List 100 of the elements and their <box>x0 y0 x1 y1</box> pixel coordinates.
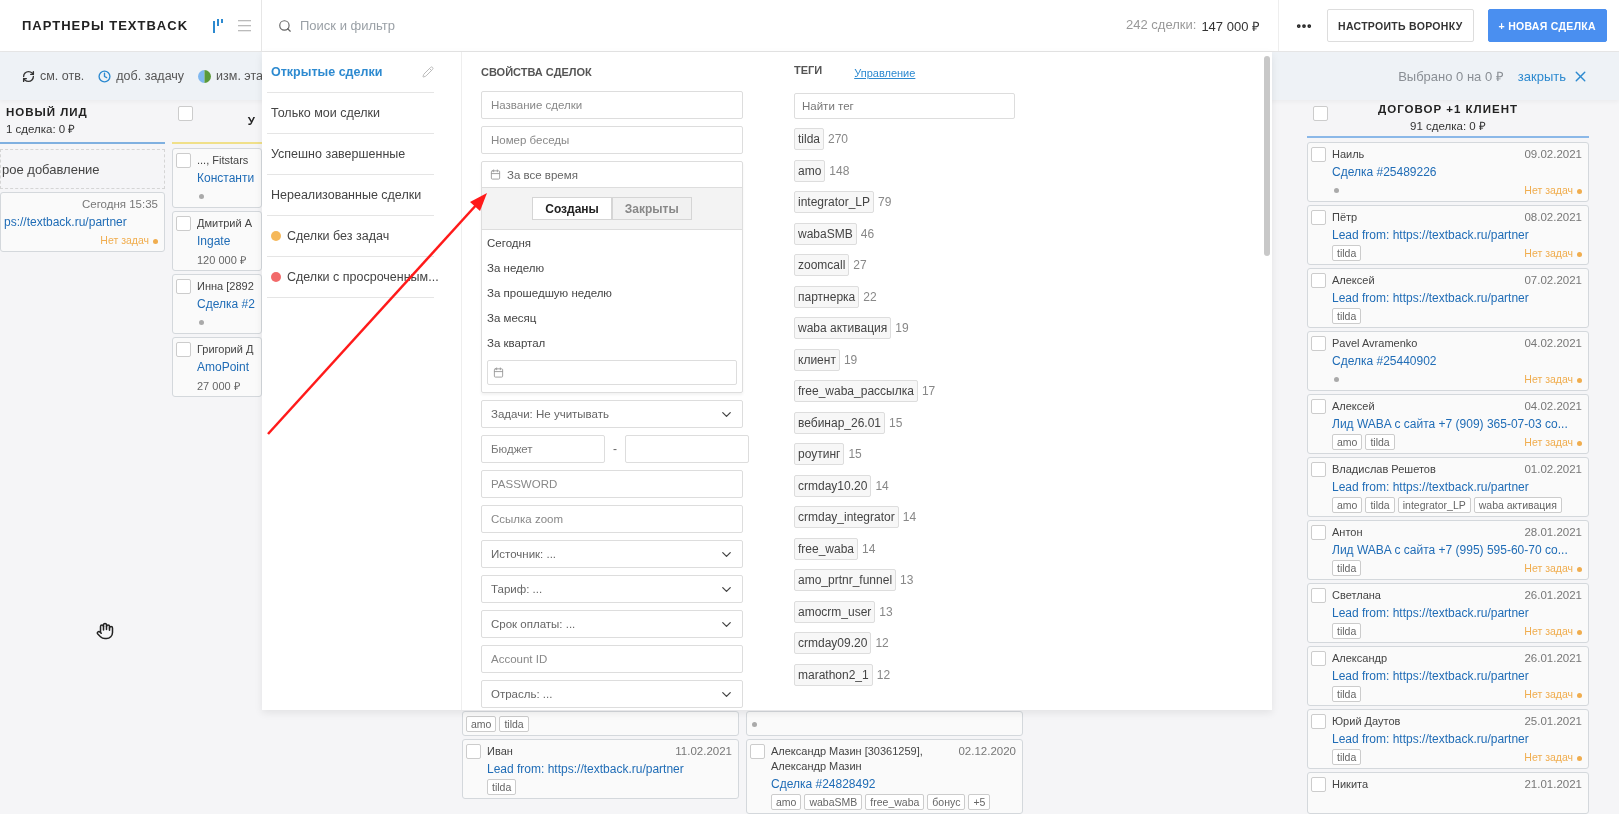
deal-card[interactable]: Иван 11.02.2021 Lead from: https://textback.ru/partner tilda <box>462 739 739 799</box>
checkbox[interactable] <box>1311 777 1326 792</box>
checkbox[interactable] <box>1311 462 1326 477</box>
tag[interactable]: integrator_LP <box>794 191 875 214</box>
deal-link[interactable]: Lead from: https://textback.ru/partner <box>1332 290 1585 306</box>
tag[interactable]: free_waba_рассылка <box>794 380 918 403</box>
text-field[interactable]: Название сделки <box>481 91 743 119</box>
checkbox[interactable] <box>176 279 191 294</box>
tag[interactable]: zoomcall <box>794 254 850 277</box>
tag[interactable]: партнерка <box>794 285 860 308</box>
period-option[interactable]: За неделю <box>482 255 742 280</box>
tag[interactable]: amocrm_user <box>794 600 876 623</box>
period-option[interactable]: За прошедшую неделю <box>482 280 742 305</box>
deal-link[interactable]: Константи <box>197 170 258 186</box>
deal-card[interactable]: Pavel Avramenko 04.02.2021 Сделка #25440902 Нет задач <box>1307 331 1589 391</box>
text-field[interactable]: Номер беседы <box>481 126 743 154</box>
deal-link[interactable]: AmoPoint <box>197 359 258 375</box>
deal-card[interactable]: Юрий Даутов 25.01.2021 Lead from: https://textback.ru/partner tilda Нет задач <box>1307 709 1589 769</box>
tag[interactable]: роутинг <box>794 443 845 466</box>
deal-card[interactable]: Инна [2892 Сделка #2 <box>172 274 262 334</box>
deal-link[interactable]: Lead from: https://textback.ru/partner <box>487 761 735 777</box>
checkbox[interactable] <box>1311 147 1326 162</box>
checkbox[interactable] <box>1313 106 1328 121</box>
deal-card[interactable]: ..., Fitstars Константи <box>172 148 262 208</box>
preset-item[interactable]: Сделки без задач <box>267 216 434 257</box>
deal-link[interactable]: Лид WABA с сайта +7 (995) 595-60-70 со... <box>1332 542 1585 558</box>
deal-card[interactable]: Пётр 08.02.2021 Lead from: https://textback.ru/partner tilda Нет задач <box>1307 205 1589 265</box>
tag[interactable]: crmday10.20 <box>794 474 872 497</box>
deal-link[interactable]: Сделка #2 <box>197 296 258 312</box>
toolbar-action[interactable]: изм. эта <box>198 69 263 83</box>
text-field[interactable]: Бюджет <box>481 435 605 463</box>
select-field[interactable]: Тариф: ... <box>481 575 743 603</box>
quick-add-field[interactable]: рое добавление <box>0 149 165 189</box>
tag[interactable]: crmday_integrator <box>794 506 899 529</box>
deal-card[interactable]: Григорий Д AmoPoint 27 000 ₽ <box>172 337 262 397</box>
deal-card[interactable]: Владислав Решетов 01.02.2021 Lead from: https://textback.ru/partner amo tilda integrator_LP waba активация <box>1307 457 1589 517</box>
checkbox[interactable] <box>178 106 193 121</box>
deal-link[interactable]: Сделка #24828492 <box>771 776 1019 792</box>
select-field[interactable]: Срок оплаты: ... <box>481 610 743 638</box>
text-field[interactable] <box>625 435 749 463</box>
preset-item[interactable]: Только мои сделки <box>267 93 434 134</box>
search-field[interactable]: Поиск и фильтр <box>298 17 598 34</box>
period-option[interactable]: За квартал <box>482 330 742 355</box>
deal-card[interactable]: Никита 21.01.2021 <box>1307 772 1589 814</box>
manage-link[interactable]: Управление <box>854 67 916 79</box>
deal-card[interactable]: amo tilda <box>462 711 739 736</box>
tag[interactable]: wabaSMB <box>794 222 857 245</box>
checkbox[interactable] <box>1311 714 1326 729</box>
preset-item[interactable]: Открытые сделки <box>267 52 434 93</box>
period-option[interactable]: Сегодня <box>482 230 742 255</box>
preset-item[interactable]: Нереализованные сделки <box>267 175 434 216</box>
text-field[interactable]: Account ID <box>481 645 743 673</box>
deal-card[interactable]: Сегодня 15:35 ps://textback.ru/partner Нет задач <box>0 192 165 252</box>
deal-card[interactable]: Александр Мазин [30361259], Александр Мазин 02.12.2020 Сделка #24828492 amo wabaSMB free_waba бонус +5 <box>746 739 1023 814</box>
kanban-view-icon[interactable] <box>212 18 225 33</box>
toolbar-action[interactable]: доб. задачу <box>98 69 185 83</box>
deal-card[interactable]: Алексей 07.02.2021 Lead from: https://textback.ru/partner tilda <box>1307 268 1589 328</box>
deal-card[interactable]: Дмитрий А Ingate 120 000 ₽ <box>172 211 262 271</box>
tag[interactable]: amo <box>794 159 826 182</box>
deal-card[interactable]: Светлана 26.01.2021 Lead from: https://textback.ru/partner tilda Нет задач <box>1307 583 1589 643</box>
select-field[interactable]: Отрасль: ... <box>481 680 743 708</box>
deal-link[interactable]: Lead from: https://textback.ru/partner <box>1332 227 1585 243</box>
deal-link[interactable]: Ingate <box>197 233 258 249</box>
tag[interactable]: free_waba <box>794 537 859 560</box>
deal-link[interactable]: Лид WABA с сайта +7 (909) 365-07-03 со... <box>1332 416 1585 432</box>
checkbox[interactable] <box>176 342 191 357</box>
date-field[interactable] <box>487 360 737 385</box>
deal-link[interactable]: Lead from: https://textback.ru/partner <box>1332 731 1585 747</box>
deal-link[interactable]: Сделка #25440902 <box>1332 353 1585 369</box>
tag[interactable]: crmday09.20 <box>794 632 872 655</box>
text-field[interactable]: PASSWORD <box>481 470 743 498</box>
checkbox[interactable] <box>1311 651 1326 666</box>
tag[interactable]: вебинар_26.01 <box>794 411 886 434</box>
deal-card[interactable]: Алексей 04.02.2021 Лид WABA с сайта +7 (909) 365-07-03 со... amo tilda Нет задач <box>1307 394 1589 454</box>
tag-search-field[interactable]: Найти тег <box>794 93 1015 119</box>
select-field[interactable]: Источник: ... <box>481 540 743 568</box>
checkbox[interactable] <box>1311 210 1326 225</box>
toolbar-action[interactable]: см. отв. <box>22 69 85 83</box>
deal-link[interactable]: Lead from: https://textback.ru/partner <box>1332 479 1585 495</box>
preset-item[interactable]: Успешно завершенные <box>267 134 434 175</box>
tag[interactable]: клиент <box>794 348 840 371</box>
select-field[interactable]: Задачи: Не учитывать <box>481 400 743 428</box>
checkbox[interactable] <box>176 153 191 168</box>
deal-card[interactable] <box>746 711 1023 736</box>
tag[interactable]: tilda <box>794 128 824 151</box>
setup-button[interactable]: НАСТРОИТЬ ВОРОНКУ <box>1327 9 1474 42</box>
tag[interactable]: marathon2_1 <box>794 663 873 686</box>
deal-card[interactable]: Наиль 09.02.2021 Сделка #25489226 Нет задач <box>1307 142 1589 202</box>
checkbox[interactable] <box>1311 588 1326 603</box>
checkbox[interactable] <box>1311 525 1326 540</box>
checkbox[interactable] <box>1311 336 1326 351</box>
period-tab[interactable]: Созданы <box>532 197 612 220</box>
period-option[interactable]: За месяц <box>482 305 742 330</box>
checkbox[interactable] <box>1311 399 1326 414</box>
tag[interactable]: waba активация <box>794 317 892 340</box>
text-field[interactable]: Ссылка zoom <box>481 505 743 533</box>
deal-card[interactable]: Антон 28.01.2021 Лид WABA с сайта +7 (995) 595-60-70 со... tilda Нет задач <box>1307 520 1589 580</box>
deal-card[interactable]: Александр 26.01.2021 Lead from: https://textback.ru/partner tilda Нет задач <box>1307 646 1589 706</box>
scrollbar-thumb[interactable] <box>1264 56 1270 256</box>
deal-link[interactable]: Lead from: https://textback.ru/partner <box>1332 605 1585 621</box>
